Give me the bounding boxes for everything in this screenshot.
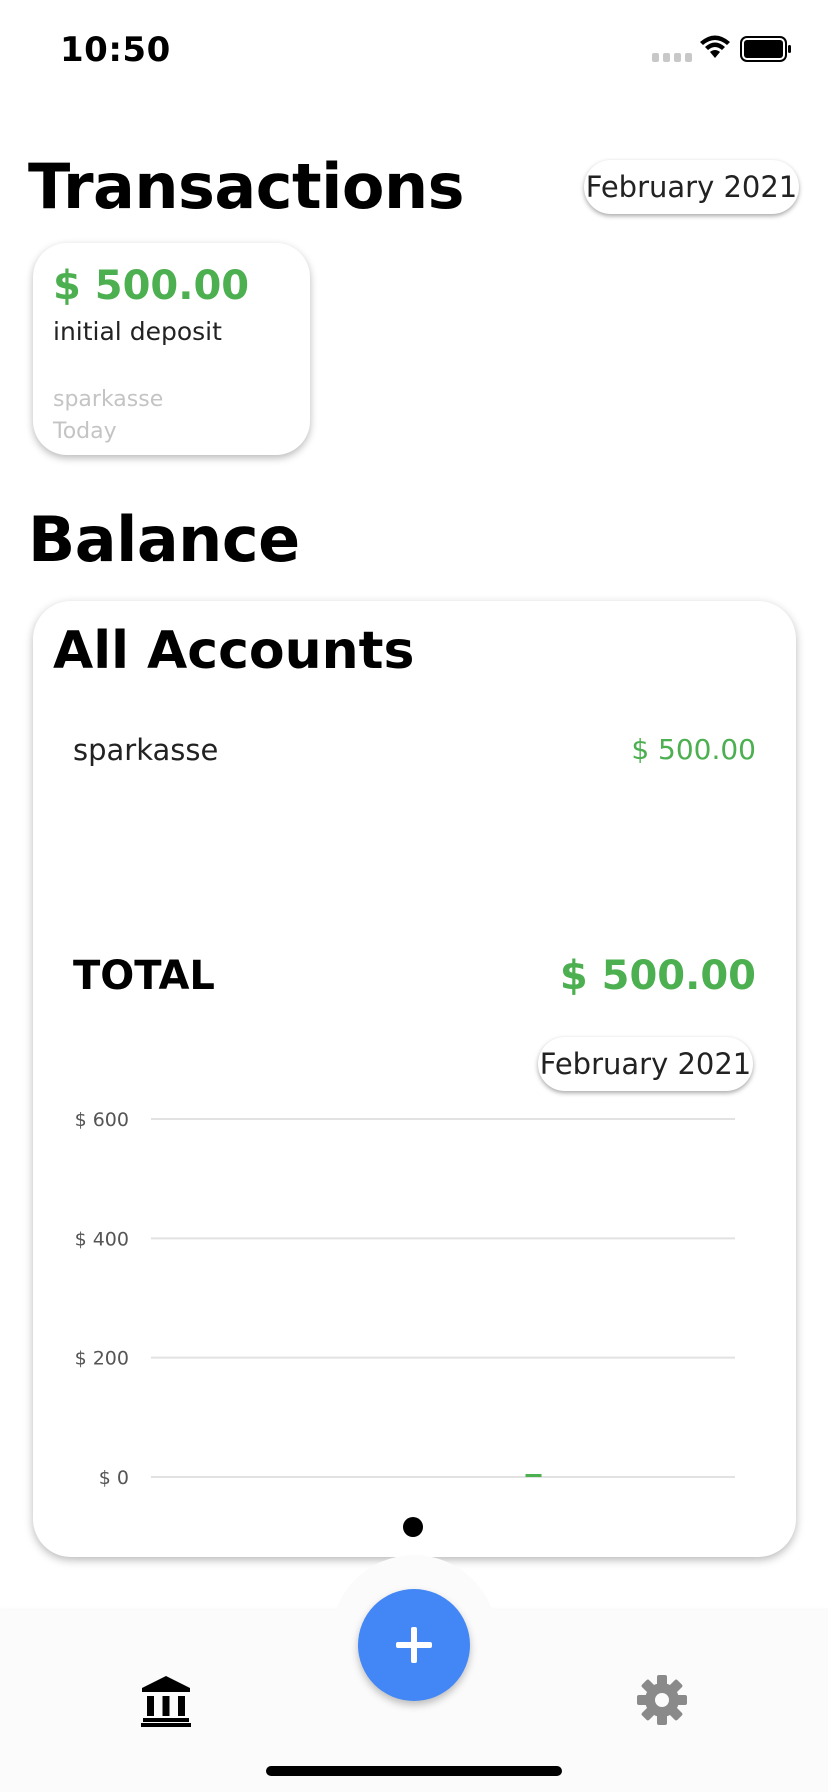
status-time: 10:50 <box>60 30 171 70</box>
transaction-description: initial deposit <box>53 317 222 346</box>
add-transaction-button[interactable] <box>358 1589 470 1701</box>
balance-chart: $ 600 $ 400 $ 200 $ 0 <box>75 1109 735 1489</box>
transaction-amount: $ 500.00 <box>53 263 250 309</box>
bank-icon[interactable] <box>140 1674 192 1728</box>
balance-card: All Accounts sparkasse $ 500.00 TOTAL $ … <box>33 601 796 1557</box>
cellular-signal-icon <box>652 53 692 62</box>
transaction-card[interactable]: $ 500.00 initial deposit sparkasse Today <box>33 243 310 455</box>
plus-icon <box>396 1627 432 1663</box>
balance-title: Balance <box>28 503 300 576</box>
chart-y-tick-label: $ 400 <box>75 1228 129 1250</box>
gear-icon[interactable] <box>636 1674 688 1726</box>
home-indicator <box>266 1766 562 1776</box>
status-bar: 10:50 <box>0 0 828 100</box>
transaction-account: sparkasse <box>53 387 164 412</box>
battery-icon <box>740 36 791 62</box>
transaction-date: Today <box>53 419 117 444</box>
chart-y-tick-label: $ 600 <box>75 1109 129 1131</box>
chart-bar <box>525 1474 542 1477</box>
transactions-month-selector[interactable]: February 2021 <box>584 160 799 214</box>
chart-y-tick-label: $ 0 <box>99 1467 129 1489</box>
transactions-title: Transactions <box>28 150 465 223</box>
chart-y-tick-label: $ 200 <box>75 1348 129 1370</box>
wifi-icon <box>700 35 730 58</box>
page-indicator-dot[interactable] <box>403 1517 423 1537</box>
